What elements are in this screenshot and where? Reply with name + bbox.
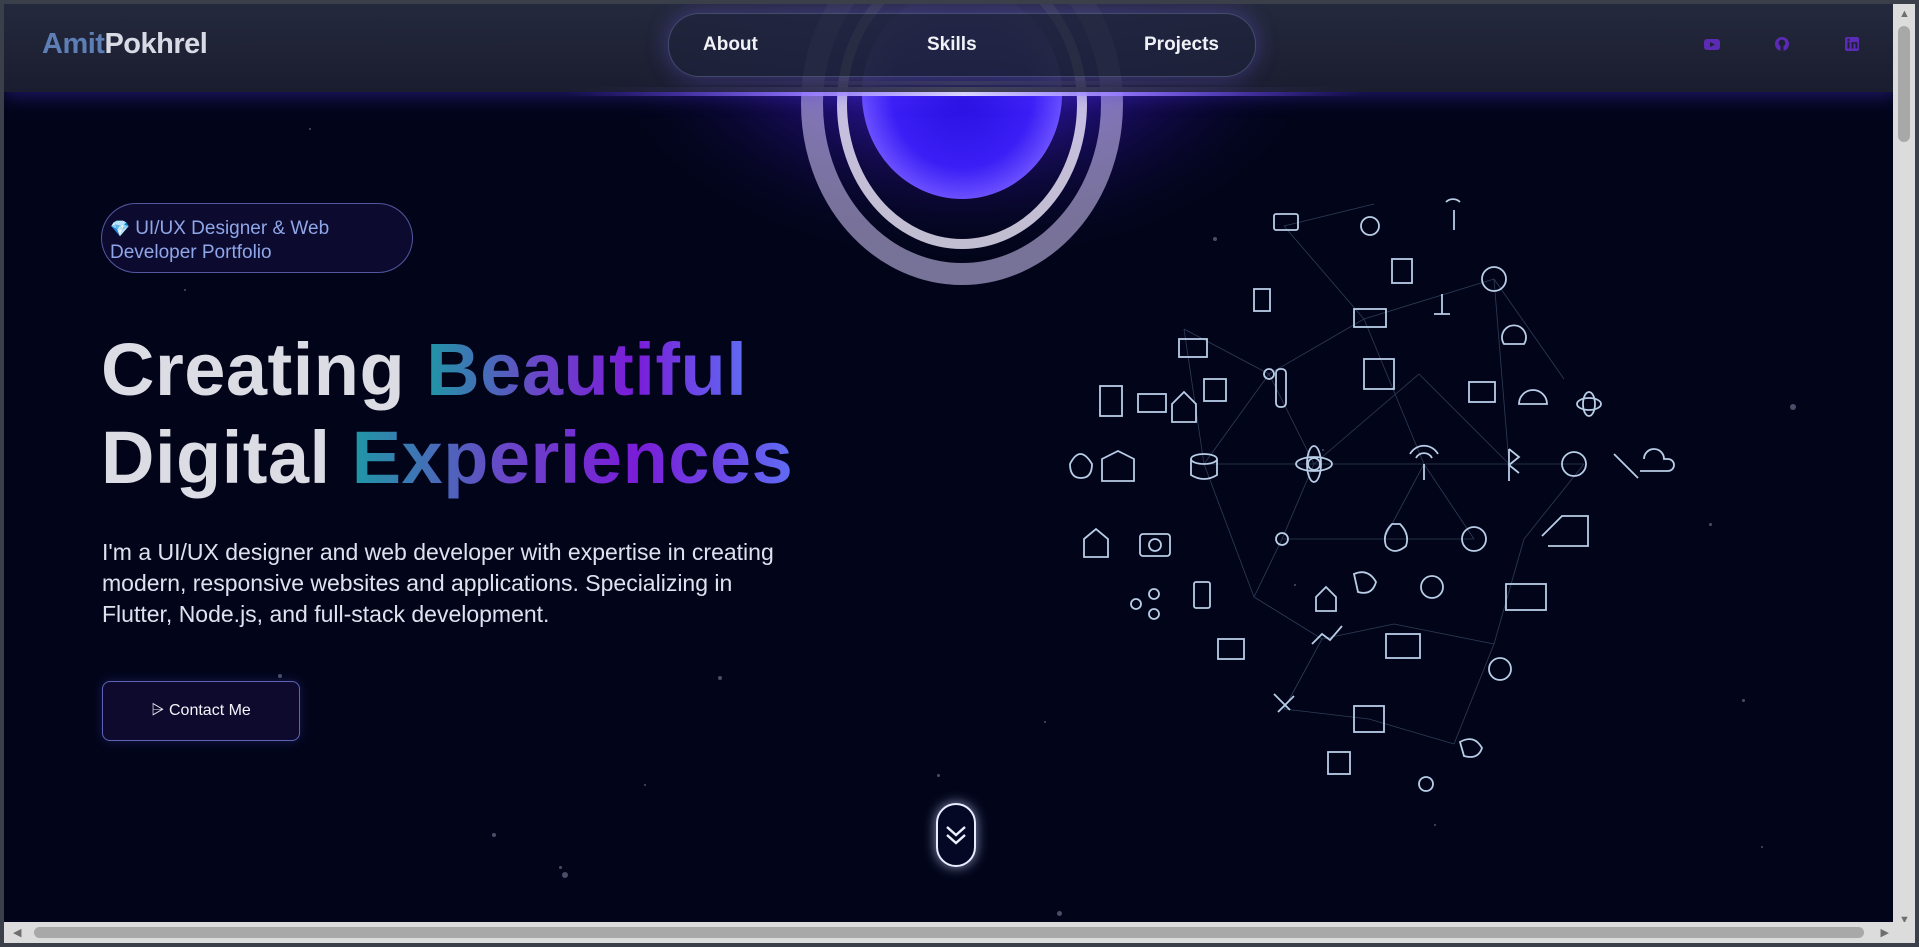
logo-first: Amit <box>42 28 105 60</box>
page: AmitPokhrel About Skills Projects 💎 UI/U… <box>0 0 1919 947</box>
hero-headline: Creating Beautiful Digital Experiences <box>101 326 793 502</box>
scroll-up-arrow-icon[interactable]: ▲ <box>1899 8 1910 20</box>
headline-line2-plain: Digital <box>101 416 352 499</box>
role-badge: 💎 UI/UX Designer & Web Developer Portfol… <box>101 203 413 273</box>
logo-last: Pokhrel <box>104 28 208 60</box>
headline-line1-plain: Creating <box>101 328 427 411</box>
tech-network-sphere <box>1069 198 1675 792</box>
contact-label: Contact Me <box>169 702 251 719</box>
vertical-scroll-thumb[interactable] <box>1898 26 1910 142</box>
scroll-right-arrow-icon[interactable]: ▶ <box>1881 926 1889 939</box>
vertical-scrollbar[interactable]: ▲ ▼ <box>1893 4 1915 930</box>
horizontal-scrollbar[interactable]: ◀ ▶ <box>4 922 1915 943</box>
gem-icon: 💎 <box>110 221 130 238</box>
double-chevron-down-icon <box>946 826 966 845</box>
headline-line2-accent: Experiences <box>351 416 794 499</box>
hero-description: I'm a UI/UX designer and web developer w… <box>102 539 774 627</box>
github-icon[interactable] <box>1772 34 1792 54</box>
nav-projects[interactable]: Projects <box>1144 34 1219 56</box>
site-header: AmitPokhrel About Skills Projects <box>4 4 1897 92</box>
scroll-down-button[interactable] <box>936 803 976 867</box>
contact-me-button[interactable]: ⩥ Contact Me <box>102 681 300 741</box>
horizontal-scroll-thumb[interactable] <box>34 927 1864 938</box>
linkedin-icon[interactable] <box>1842 34 1862 54</box>
send-icon: ⩥ <box>151 702 164 719</box>
badge-text: UI/UX Designer & Web Developer Portfolio <box>110 218 330 263</box>
youtube-icon[interactable] <box>1702 34 1722 54</box>
headline-line1-accent: Beautiful <box>426 328 748 411</box>
nav-about[interactable]: About <box>703 34 758 56</box>
nav-skills[interactable]: Skills <box>927 34 977 56</box>
main-nav: About Skills Projects <box>668 13 1256 77</box>
site-logo[interactable]: AmitPokhrel <box>42 28 208 61</box>
scroll-left-arrow-icon[interactable]: ◀ <box>13 926 21 939</box>
